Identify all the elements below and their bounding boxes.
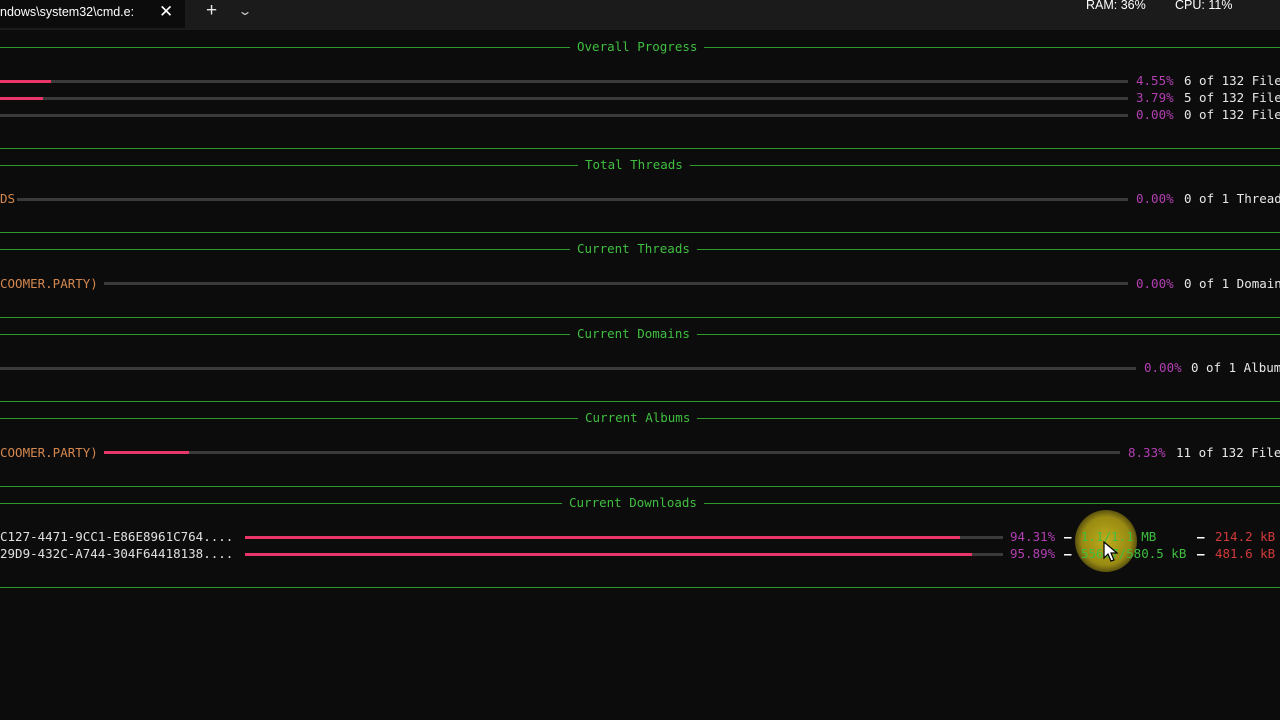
section-title-current-downloads: Current Downloads	[562, 496, 704, 510]
ram-usage: RAM: 36%	[1086, 0, 1146, 12]
download-pct-2: 95.89%	[1010, 546, 1056, 561]
current-albums-track	[104, 451, 1120, 454]
separator-dash: —	[1197, 546, 1205, 561]
current-threads-count: 0 of 1 Domain	[1184, 276, 1280, 291]
overall-progress-track-2	[0, 97, 1128, 100]
close-tab-icon[interactable]: ✕	[159, 2, 173, 22]
section-title-current-threads: Current Threads	[570, 242, 697, 256]
current-threads-pct: 0.00%	[1136, 276, 1174, 291]
total-threads-label: DS	[0, 191, 16, 206]
current-threads-track	[104, 282, 1128, 285]
current-domains-track	[0, 367, 1136, 370]
section-title-current-domains: Current Domains	[570, 327, 697, 341]
download-file-name-1: C127-4471-9CC1-E86E8961C764....	[0, 529, 234, 544]
overall-progress-count-1: 6 of 132 File	[1184, 73, 1280, 88]
title-bar: ndows\system32\cmd.e: ✕ + ⌄ RAM: 36% CPU…	[0, 0, 1280, 30]
new-tab-icon[interactable]: +	[206, 0, 217, 22]
section-divider	[0, 232, 1280, 233]
section-title-overall-progress: Overall Progress	[570, 40, 705, 54]
current-domains-pct: 0.00%	[1144, 360, 1182, 375]
current-albums-label: COOMER.PARTY)	[0, 445, 98, 460]
separator-dash: —	[1064, 546, 1072, 561]
cpu-usage: CPU: 11%	[1175, 0, 1233, 12]
section-divider	[0, 148, 1280, 149]
download-size-2: 556.7/580.5 kB	[1081, 546, 1187, 561]
overall-progress-track-1	[0, 80, 1128, 83]
total-threads-count: 0 of 1 Thread	[1184, 191, 1280, 206]
mouse-pointer-icon	[1103, 541, 1119, 562]
download-speed-2: 481.6 kB	[1215, 546, 1276, 561]
chevron-down-icon[interactable]: ⌄	[237, 4, 252, 18]
tab-title: ndows\system32\cmd.e:	[0, 5, 135, 19]
total-threads-pct: 0.00%	[1136, 191, 1174, 206]
current-threads-label: COOMER.PARTY)	[0, 276, 98, 291]
download-pct-1: 94.31%	[1010, 529, 1056, 544]
section-title-total-threads: Total Threads	[578, 158, 690, 172]
download-progress-bar-1	[245, 536, 960, 539]
overall-progress-track-3	[0, 114, 1128, 117]
download-file-name-2: 29D9-432C-A744-304F64418138....	[0, 546, 234, 561]
overall-progress-bar-2	[0, 97, 43, 100]
section-divider	[0, 401, 1280, 402]
section-divider	[0, 317, 1280, 318]
overall-progress-bar-1	[0, 80, 51, 83]
separator-dash: —	[1064, 529, 1072, 544]
terminal-tab[interactable]: ndows\system32\cmd.e: ✕	[0, 0, 185, 28]
overall-progress-count-2: 5 of 132 File	[1184, 90, 1280, 105]
download-progress-bar-2	[245, 553, 972, 556]
separator-dash: —	[1197, 529, 1205, 544]
overall-progress-count-3: 0 of 132 File	[1184, 107, 1280, 122]
download-speed-1: 214.2 kB	[1215, 529, 1276, 544]
current-albums-bar	[104, 451, 189, 454]
overall-progress-pct-2: 3.79%	[1136, 90, 1174, 105]
current-albums-pct: 8.33%	[1128, 445, 1166, 460]
section-divider	[0, 486, 1280, 487]
section-divider	[0, 587, 1280, 588]
overall-progress-pct-1: 4.55%	[1136, 73, 1174, 88]
section-title-current-albums: Current Albums	[578, 411, 698, 425]
current-domains-count: 0 of 1 Album	[1191, 360, 1280, 375]
total-threads-track	[17, 198, 1128, 201]
overall-progress-pct-3: 0.00%	[1136, 107, 1174, 122]
current-albums-count: 11 of 132 File	[1176, 445, 1280, 460]
